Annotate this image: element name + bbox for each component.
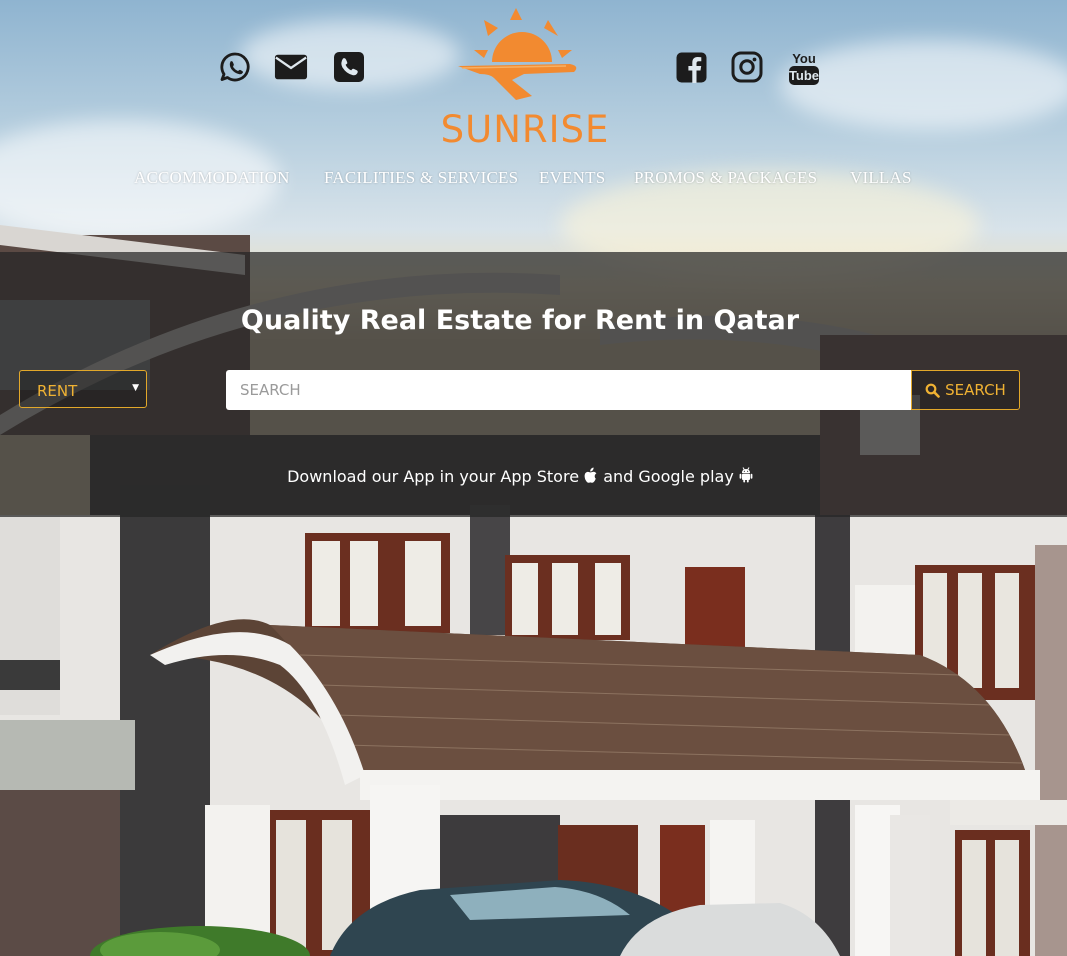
android-icon[interactable] (739, 467, 753, 483)
caret-down-icon: ▼ (132, 383, 139, 393)
youtube-you-text: You (792, 51, 816, 66)
download-text: Download our App in your App Store (287, 467, 580, 486)
nav-item-events[interactable]: EVENTS (539, 168, 605, 188)
sunrise-logo[interactable]: SUNRISE (440, 6, 610, 151)
search-icon (925, 383, 940, 398)
listing-type-value: RENT (37, 382, 78, 400)
site-header: SUNRISE You Tube ACCOMMODATION FACILITIE… (0, 0, 1067, 252)
envelope-icon[interactable] (274, 50, 308, 84)
instagram-icon[interactable] (730, 50, 764, 84)
search-button[interactable]: SEARCH (911, 370, 1020, 410)
facebook-icon[interactable] (674, 50, 708, 84)
page-headline: Quality Real Estate for Rent in Qatar (240, 305, 800, 336)
nav-item-villas[interactable]: VILLAS (850, 168, 912, 188)
search-button-label: SEARCH (945, 381, 1006, 399)
nav-item-accommodation[interactable]: ACCOMMODATION (134, 168, 290, 188)
youtube-tube-text: Tube (789, 68, 819, 83)
search-input[interactable] (226, 370, 912, 410)
apple-icon[interactable] (584, 467, 598, 483)
whatsapp-icon[interactable] (218, 50, 252, 84)
sun-logo-icon (458, 8, 577, 100)
listing-type-select[interactable]: RENT ▼ (19, 370, 147, 408)
brand-name: SUNRISE (440, 108, 610, 151)
nav-item-promos-packages[interactable]: PROMOS & PACKAGES (634, 168, 817, 188)
download-text-google: and Google play (603, 467, 734, 486)
app-download-line: Download our App in your App Store and G… (0, 466, 1040, 486)
nav-item-facilities-services[interactable]: FACILITIES & SERVICES (324, 168, 518, 188)
youtube-icon[interactable]: You Tube (786, 48, 822, 88)
main-nav: ACCOMMODATION FACILITIES & SERVICES EVEN… (0, 168, 1067, 192)
phone-icon[interactable] (332, 50, 366, 84)
